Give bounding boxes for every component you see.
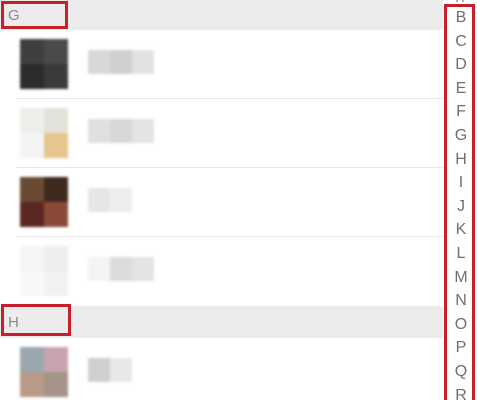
contact-row[interactable] [0,99,443,168]
alphabet-index-highlight [444,4,475,400]
contact-name-redacted [88,119,154,143]
section-g-highlight [1,1,68,29]
contact-avatar [20,39,68,89]
contact-avatar [20,246,68,296]
contact-avatar [20,177,68,227]
contact-name-redacted [88,50,154,74]
contact-row[interactable] [0,237,443,306]
contact-name-redacted [88,358,132,382]
contact-avatar [20,347,68,397]
contact-name-redacted [88,188,132,212]
section-h-highlight [1,304,71,336]
contact-row[interactable] [0,30,443,99]
contact-avatar [20,108,68,158]
contact-row[interactable] [0,168,443,237]
contact-row[interactable] [0,338,443,400]
contact-list[interactable]: G H [0,0,443,400]
contact-name-redacted [88,257,154,281]
contacts-screen: G H B C D E F G H I J K L M N O P Q R [0,0,477,400]
